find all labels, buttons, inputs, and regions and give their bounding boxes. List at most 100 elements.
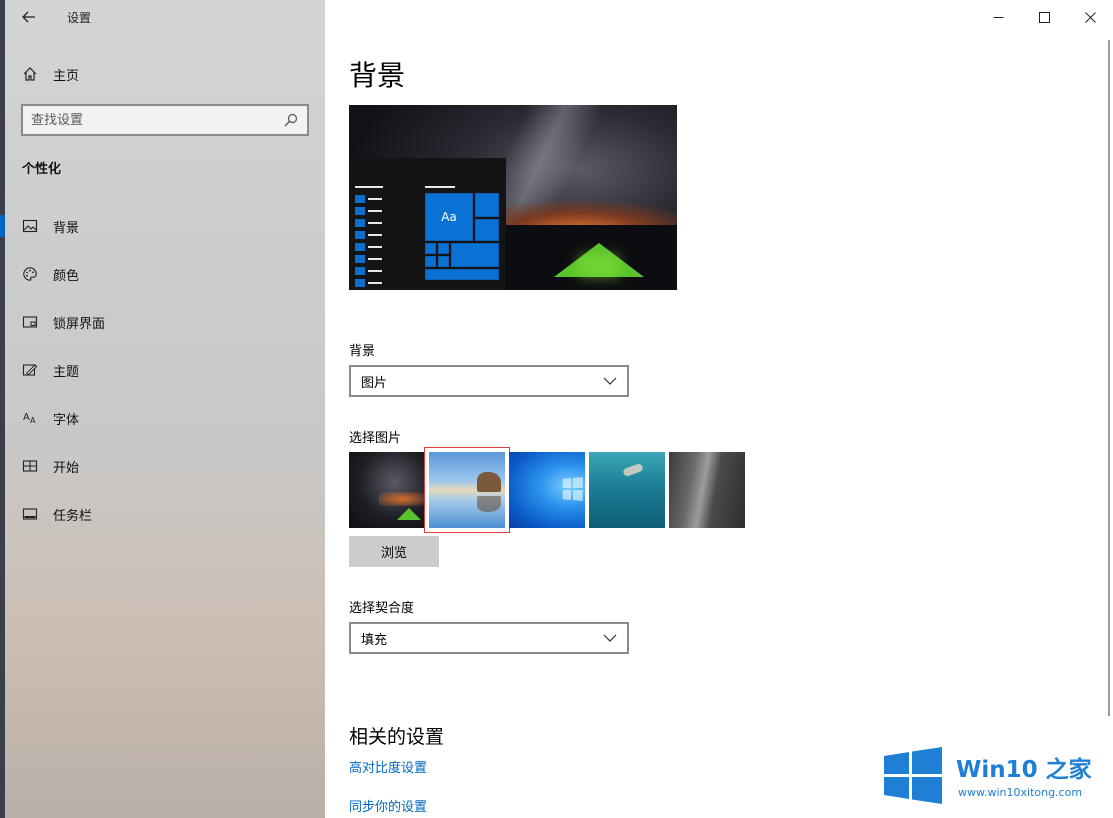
back-arrow-icon — [22, 11, 35, 23]
minimize-icon — [993, 16, 1003, 18]
related-settings-title: 相关的设置 — [349, 726, 445, 748]
menu-app-icon — [355, 231, 365, 239]
menu-app-line — [368, 246, 382, 248]
chevron-down-icon — [603, 634, 617, 642]
thumbnail-night-sky[interactable] — [349, 452, 425, 528]
watermark-brand: Win10 之家 — [956, 757, 1092, 783]
app-title: 设置 — [67, 10, 92, 25]
sidebar-item-label: 背景 — [53, 220, 80, 236]
close-button[interactable] — [1067, 0, 1113, 34]
sidebar-item-colors[interactable]: 颜色 — [5, 250, 325, 298]
thumbnail-rock-waterfall[interactable] — [669, 452, 745, 528]
lock-screen-icon — [5, 314, 55, 330]
fit-label: 选择契合度 — [349, 601, 415, 616]
preview-tile — [425, 269, 499, 280]
preview-tile — [425, 243, 436, 254]
title-bar: 设置 — [5, 0, 325, 34]
preview-tile — [438, 256, 449, 267]
search-input[interactable] — [31, 112, 283, 128]
start-icon — [5, 458, 55, 474]
sidebar-item-themes[interactable]: 主题 — [5, 346, 325, 394]
preview-tile — [438, 243, 449, 254]
menu-app-icon — [355, 255, 365, 263]
chevron-down-icon — [603, 377, 617, 385]
choose-picture-label: 选择图片 — [349, 431, 402, 446]
font-icon: AA — [5, 410, 55, 426]
preview-tile — [451, 243, 499, 267]
sidebar-item-background[interactable]: 背景 — [0, 202, 325, 250]
tiles-header-line — [425, 186, 455, 188]
svg-text:A: A — [30, 416, 36, 425]
fit-value: 填充 — [361, 632, 388, 648]
watermark: Win10 之家 www.win10xitong.com — [880, 744, 1110, 808]
picture-icon — [5, 218, 55, 234]
preview-tile — [475, 219, 499, 241]
menu-app-line — [368, 234, 382, 236]
thumbnail-glow — [379, 492, 425, 506]
menu-app-line — [368, 210, 382, 212]
maximize-button[interactable] — [1021, 0, 1067, 34]
menu-app-icon — [355, 207, 365, 215]
thumbnail-beach-selected[interactable] — [424, 447, 510, 533]
palette-icon — [5, 266, 55, 282]
maximize-icon — [1038, 11, 1050, 23]
menu-header-line — [355, 186, 383, 188]
sidebar-item-label: 主题 — [53, 364, 80, 380]
preview-tile-large: Aa — [425, 193, 473, 241]
sidebar-item-label: 字体 — [53, 412, 80, 428]
sidebar-item-home[interactable]: 主页 — [5, 56, 325, 92]
menu-app-icon — [355, 279, 365, 287]
thumbnail-tent — [397, 508, 421, 520]
sync-settings-link[interactable]: 同步你的设置 — [349, 796, 427, 815]
scrollbar[interactable] — [1108, 40, 1110, 716]
menu-app-line — [368, 270, 382, 272]
tent-glow — [579, 255, 619, 277]
high-contrast-link[interactable]: 高对比度设置 — [349, 757, 427, 776]
menu-app-icon — [355, 219, 365, 227]
menu-app-line — [368, 282, 382, 284]
section-title: 个性化 — [22, 162, 62, 177]
background-type-dropdown[interactable]: 图片 — [349, 365, 629, 397]
background-label: 背景 — [349, 344, 376, 359]
minimize-button[interactable] — [975, 0, 1021, 34]
thumbnail-windows-blue[interactable] — [509, 452, 585, 528]
picture-thumbnails — [349, 447, 745, 533]
start-menu-preview: Aa — [349, 158, 506, 290]
sidebar-item-label: 颜色 — [53, 268, 80, 284]
preview-tile — [425, 256, 436, 267]
menu-app-icon — [355, 195, 365, 203]
sidebar-item-label: 开始 — [53, 460, 80, 476]
menu-app-line — [368, 198, 382, 200]
svg-text:A: A — [23, 412, 30, 423]
sidebar-item-label: 主页 — [53, 68, 80, 84]
menu-app-icon — [355, 243, 365, 251]
browse-button[interactable]: 浏览 — [349, 536, 439, 567]
sidebar-item-fonts[interactable]: AA 字体 — [5, 394, 325, 442]
sidebar-item-start[interactable]: 开始 — [5, 442, 325, 490]
home-icon — [5, 66, 55, 82]
fit-dropdown[interactable]: 填充 — [349, 622, 629, 654]
back-button[interactable] — [5, 0, 53, 34]
thumbnail-swimmer — [622, 462, 644, 478]
sidebar-item-taskbar[interactable]: 任务栏 — [5, 490, 325, 538]
thumbnail-rock — [477, 472, 501, 492]
taskbar-icon — [5, 506, 55, 522]
menu-app-icon — [355, 267, 365, 275]
watermark-url: www.win10xitong.com — [958, 786, 1083, 799]
search-icon[interactable] — [283, 112, 299, 128]
menu-app-line — [368, 222, 382, 224]
sidebar-item-lock-screen[interactable]: 锁屏界面 — [5, 298, 325, 346]
preview-tile — [475, 193, 499, 217]
theme-icon — [5, 362, 55, 378]
menu-app-line — [368, 258, 382, 260]
search-box — [21, 104, 309, 136]
background-preview: Aa — [349, 105, 677, 290]
sidebar-nav: 背景 颜色 锁屏界面 主题 AA 字体 开始 任务栏 — [0, 202, 325, 538]
main-panel: 背景 Aa 背景 图片 选择图片 浏览 选择契合度 填充 相关的设置 高对比度设… — [325, 0, 1113, 818]
sidebar: 设置 主页 个性化 背景 颜色 锁屏界面 — [0, 0, 325, 818]
windows-logo-icon — [884, 747, 942, 804]
close-icon — [1084, 11, 1096, 23]
thumbnail-underwater[interactable] — [589, 452, 665, 528]
background-type-value: 图片 — [361, 375, 388, 391]
sidebar-item-label: 任务栏 — [53, 508, 93, 524]
